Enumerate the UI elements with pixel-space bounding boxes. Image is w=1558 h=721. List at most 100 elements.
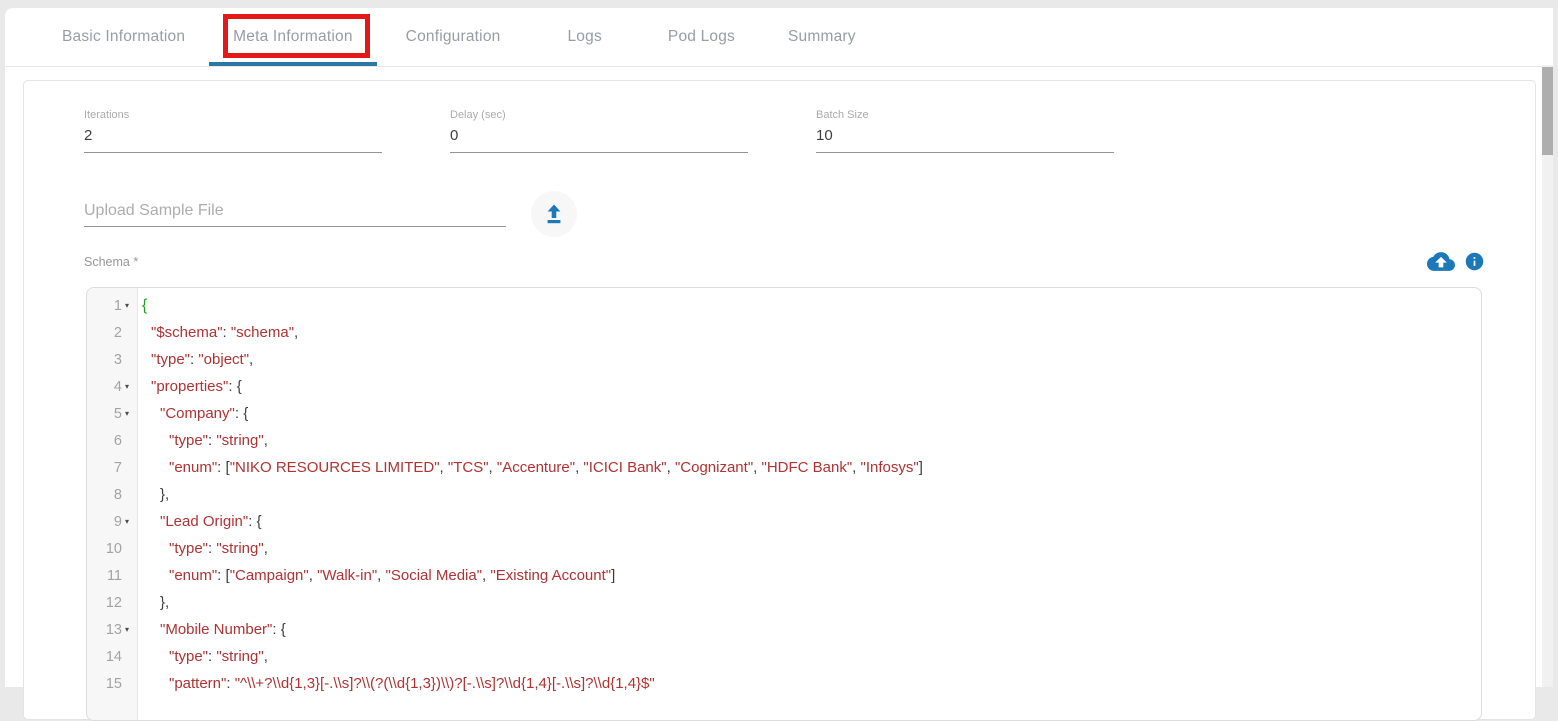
fold-arrow-icon[interactable]: ▾ [122, 626, 132, 634]
line-number-cell: 14 [87, 649, 137, 665]
upload-sample-file-field[interactable]: Upload Sample File [84, 196, 506, 227]
code-line: 9 ▾ "Lead Origin": { [87, 508, 1481, 535]
info-button[interactable] [1464, 251, 1485, 272]
line-number-cell: 7 [87, 460, 137, 476]
code-text: "type": "object", [137, 351, 253, 368]
line-number-cell: 8 [87, 487, 137, 503]
code-line: 4 ▾ "properties": { [87, 373, 1481, 400]
editor-lines: 1 ▾ { 2 "$schema": "schema", 3 "type": "… [87, 288, 1481, 697]
tab-logs[interactable]: Logs [543, 8, 625, 66]
line-number: 15 [106, 676, 122, 692]
line-number: 7 [114, 460, 122, 476]
field-input[interactable]: 0 [450, 127, 748, 153]
code-text: }, [137, 486, 169, 503]
meta-information-card: Iterations 2 Delay (sec) 0 Batch Size 10… [23, 80, 1536, 720]
code-line: 15 "pattern": "^\\+?\\d{1,3}[-.\\s]?\\(?… [87, 670, 1481, 697]
line-number: 2 [114, 325, 122, 341]
code-line: 14 "type": "string", [87, 643, 1481, 670]
code-line: 7 "enum": ["NIKO RESOURCES LIMITED", "TC… [87, 454, 1481, 481]
line-number-cell: 9 ▾ [87, 514, 137, 530]
schema-header: Schema * [84, 251, 1485, 272]
line-number: 14 [106, 649, 122, 665]
line-number-cell: 1 ▾ [87, 298, 137, 314]
line-number: 4 [114, 379, 122, 395]
line-number-cell: 3 [87, 352, 137, 368]
line-number-cell: 12 [87, 595, 137, 611]
code-line: 13 ▾ "Mobile Number": { [87, 616, 1481, 643]
fold-arrow-icon[interactable]: ▾ [122, 383, 132, 391]
line-number: 11 [107, 568, 122, 584]
code-text: "type": "string", [137, 648, 268, 665]
tab-label: Logs [567, 28, 601, 46]
page-scrollbar[interactable] [1542, 65, 1553, 687]
field-input[interactable]: 2 [84, 127, 382, 153]
line-number: 12 [106, 595, 122, 611]
schema-header-icons [1427, 251, 1485, 272]
scrollbar-thumb[interactable] [1542, 67, 1553, 155]
tab-label: Pod Logs [668, 28, 735, 46]
schema-code-editor[interactable]: 1 ▾ { 2 "$schema": "schema", 3 "type": "… [86, 287, 1482, 721]
line-number-cell: 2 [87, 325, 137, 341]
code-text: "type": "string", [137, 432, 268, 449]
line-number: 5 [114, 406, 122, 422]
code-line: 8 }, [87, 481, 1481, 508]
line-number-cell: 4 ▾ [87, 379, 137, 395]
line-number: 13 [106, 622, 122, 638]
fold-arrow-icon[interactable]: ▾ [122, 410, 132, 418]
line-number-cell: 10 [87, 541, 137, 557]
upload-button[interactable] [531, 191, 577, 237]
code-text: { [137, 297, 147, 315]
code-line: 3 "type": "object", [87, 346, 1481, 373]
tab-label: Summary [788, 28, 856, 46]
cloud-upload-icon [1427, 251, 1455, 272]
tab-label: Basic Information [62, 28, 185, 46]
code-text: "Company": { [137, 405, 248, 422]
upload-sample-file-placeholder: Upload Sample File [84, 202, 224, 219]
code-text: "$schema": "schema", [137, 324, 298, 341]
tab-pod-logs[interactable]: Pod Logs [644, 8, 759, 66]
line-number: 8 [114, 487, 122, 503]
field-label: Delay (sec) [450, 109, 748, 121]
fold-arrow-icon[interactable]: ▾ [122, 518, 132, 526]
line-number-cell: 13 ▾ [87, 622, 137, 638]
field-delay-sec-: Delay (sec) 0 [450, 109, 748, 153]
active-tab-underline [209, 62, 377, 66]
annotation-red-box [223, 14, 370, 58]
field-label: Batch Size [816, 109, 1114, 121]
tab-meta-information[interactable]: Meta Information [209, 8, 377, 66]
line-number: 1 [114, 298, 122, 314]
code-line: 6 "type": "string", [87, 427, 1481, 454]
tab-configuration[interactable]: Configuration [382, 8, 525, 66]
tab-separator [5, 66, 1553, 67]
code-text: "enum": ["NIKO RESOURCES LIMITED", "TCS"… [137, 459, 923, 476]
line-number-cell: 5 ▾ [87, 406, 137, 422]
code-text: }, [137, 594, 169, 611]
line-number-cell: 11 [87, 568, 137, 584]
line-number-cell: 15 [87, 676, 137, 692]
code-line: 12 }, [87, 589, 1481, 616]
upload-icon [542, 202, 566, 226]
field-label: Iterations [84, 109, 382, 121]
tab-basic-information[interactable]: Basic Information [38, 8, 209, 66]
code-text: "pattern": "^\\+?\\d{1,3}[-.\\s]?\\(?(\\… [137, 675, 655, 692]
field-input[interactable]: 10 [816, 127, 1114, 153]
tab-bar: Basic Information Meta Information Confi… [5, 8, 1553, 66]
line-number: 6 [114, 433, 122, 449]
field-batch-size: Batch Size 10 [816, 109, 1114, 153]
line-number: 3 [114, 352, 122, 368]
code-line: 11 "enum": ["Campaign", "Walk-in", "Soci… [87, 562, 1481, 589]
fold-arrow-icon[interactable]: ▾ [122, 302, 132, 310]
code-text: "enum": ["Campaign", "Walk-in", "Social … [137, 567, 615, 584]
tab-label: Configuration [406, 28, 501, 46]
code-line: 5 ▾ "Company": { [87, 400, 1481, 427]
tab-summary[interactable]: Summary [764, 8, 880, 66]
code-text: "Mobile Number": { [137, 621, 286, 638]
field-iterations: Iterations 2 [84, 109, 382, 153]
info-icon [1464, 251, 1485, 272]
code-text: "Lead Origin": { [137, 513, 262, 530]
numeric-fields-row: Iterations 2 Delay (sec) 0 Batch Size 10 [84, 109, 1182, 153]
cloud-upload-button[interactable] [1427, 251, 1455, 272]
code-line: 2 "$schema": "schema", [87, 319, 1481, 346]
main-panel: Basic Information Meta Information Confi… [5, 8, 1553, 687]
code-line: 1 ▾ { [87, 292, 1481, 319]
